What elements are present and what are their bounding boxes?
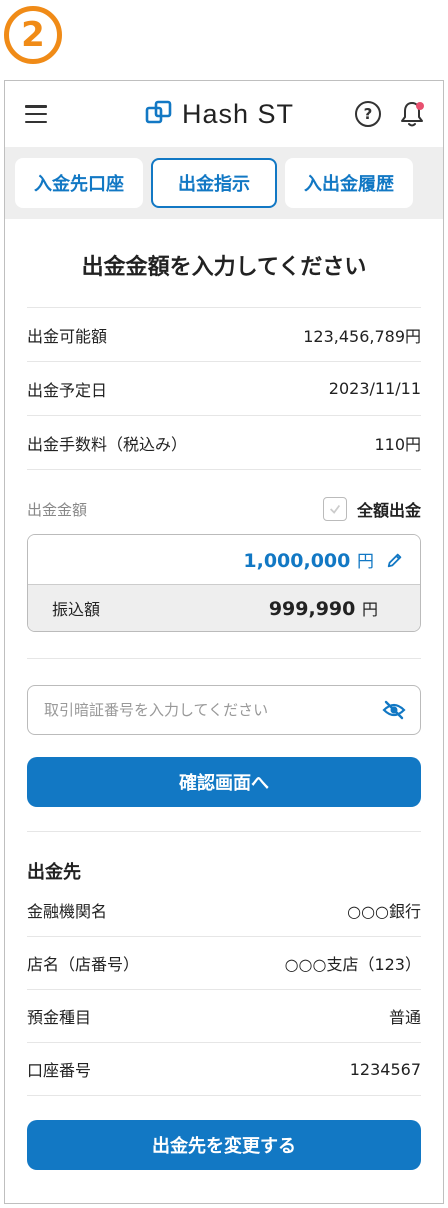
divider — [27, 831, 421, 832]
amount-header: 出金金額 全額出金 — [27, 494, 421, 524]
page-title: 出金金額を入力してください — [27, 219, 421, 308]
amount-input[interactable]: 1,000,000 円 — [28, 535, 420, 585]
info-row-available: 出金可能額 123,456,789円 — [27, 308, 421, 362]
destination-value: ○○○支店（123） — [284, 955, 421, 974]
transfer-unit: 円 — [361, 600, 378, 619]
full-amount-toggle[interactable]: 全額出金 — [322, 497, 421, 521]
step-number-badge: 2 — [4, 6, 62, 64]
password-field[interactable] — [27, 685, 421, 735]
tab-bar: 入金先口座 出金指示 入出金履歴 — [5, 147, 443, 219]
notification-bell-icon[interactable] — [399, 100, 425, 128]
destination-label: 預金種目 — [27, 1008, 92, 1027]
info-label: 出金可能額 — [27, 326, 108, 346]
destination-row-bank: 金融機関名 ○○○銀行 — [27, 884, 421, 937]
transfer-value: 999,990 — [268, 598, 356, 620]
hash-logo-icon — [145, 100, 172, 124]
info-value: 2023/11/11 — [328, 379, 421, 398]
confirm-screen-button[interactable]: 確認画面へ — [27, 757, 421, 807]
divider — [27, 658, 421, 659]
tab-deposit-account[interactable]: 入金先口座 — [15, 158, 143, 208]
destination-label: 口座番号 — [27, 1061, 92, 1080]
destination-title: 出金先 — [27, 862, 81, 883]
notification-dot — [415, 102, 424, 110]
phone-screen: Hash ST ? 入金先口座 出金指示 入出金履歴 出金金額を入力してください… — [4, 80, 444, 1204]
info-row-scheduled-date: 出金予定日 2023/11/11 — [27, 362, 421, 416]
info-label: 出金手数料（税込み） — [27, 434, 188, 454]
amount-value: 1,000,000 — [243, 550, 351, 572]
destination-row-branch: 店名（店番号） ○○○支店（123） — [27, 937, 421, 990]
eye-off-icon[interactable] — [382, 698, 406, 722]
info-value: 123,456,789円 — [303, 326, 421, 346]
logo-text: Hash ST — [181, 98, 295, 129]
info-row-fee: 出金手数料（税込み） 110円 — [27, 416, 421, 470]
tab-transaction-history[interactable]: 入出金履歴 — [285, 158, 413, 208]
app-logo: Hash ST — [144, 99, 294, 130]
info-value: 110円 — [374, 434, 421, 454]
destination-row-account-type: 預金種目 普通 — [27, 990, 421, 1043]
amount-label: 出金金額 — [27, 500, 88, 519]
destination-value: ○○○銀行 — [347, 902, 421, 921]
password-input[interactable] — [44, 701, 344, 719]
destination-label: 金融機関名 — [27, 902, 108, 921]
full-amount-label: 全額出金 — [356, 501, 421, 520]
destination-label: 店名（店番号） — [27, 955, 140, 974]
full-amount-checkbox[interactable] — [322, 497, 347, 521]
amount-unit: 円 — [357, 552, 374, 572]
app-header: Hash ST ? — [5, 81, 443, 147]
destination-value: 普通 — [388, 1008, 421, 1027]
transfer-label: 振込額 — [52, 600, 101, 619]
destination-row-account-number: 口座番号 1234567 — [27, 1043, 421, 1096]
tab-withdrawal-instruction[interactable]: 出金指示 — [151, 158, 277, 208]
change-destination-button[interactable]: 出金先を変更する — [27, 1120, 421, 1170]
info-label: 出金予定日 — [27, 380, 108, 400]
hamburger-menu-icon[interactable] — [25, 105, 47, 123]
pencil-edit-icon[interactable] — [386, 551, 404, 569]
transfer-amount-row: 振込額 999,990 円 — [28, 585, 420, 631]
amount-input-box: 1,000,000 円 振込額 999,990 円 — [27, 534, 421, 632]
help-icon[interactable]: ? — [354, 101, 381, 127]
check-icon — [329, 504, 341, 514]
destination-value: 1234567 — [349, 1059, 421, 1079]
